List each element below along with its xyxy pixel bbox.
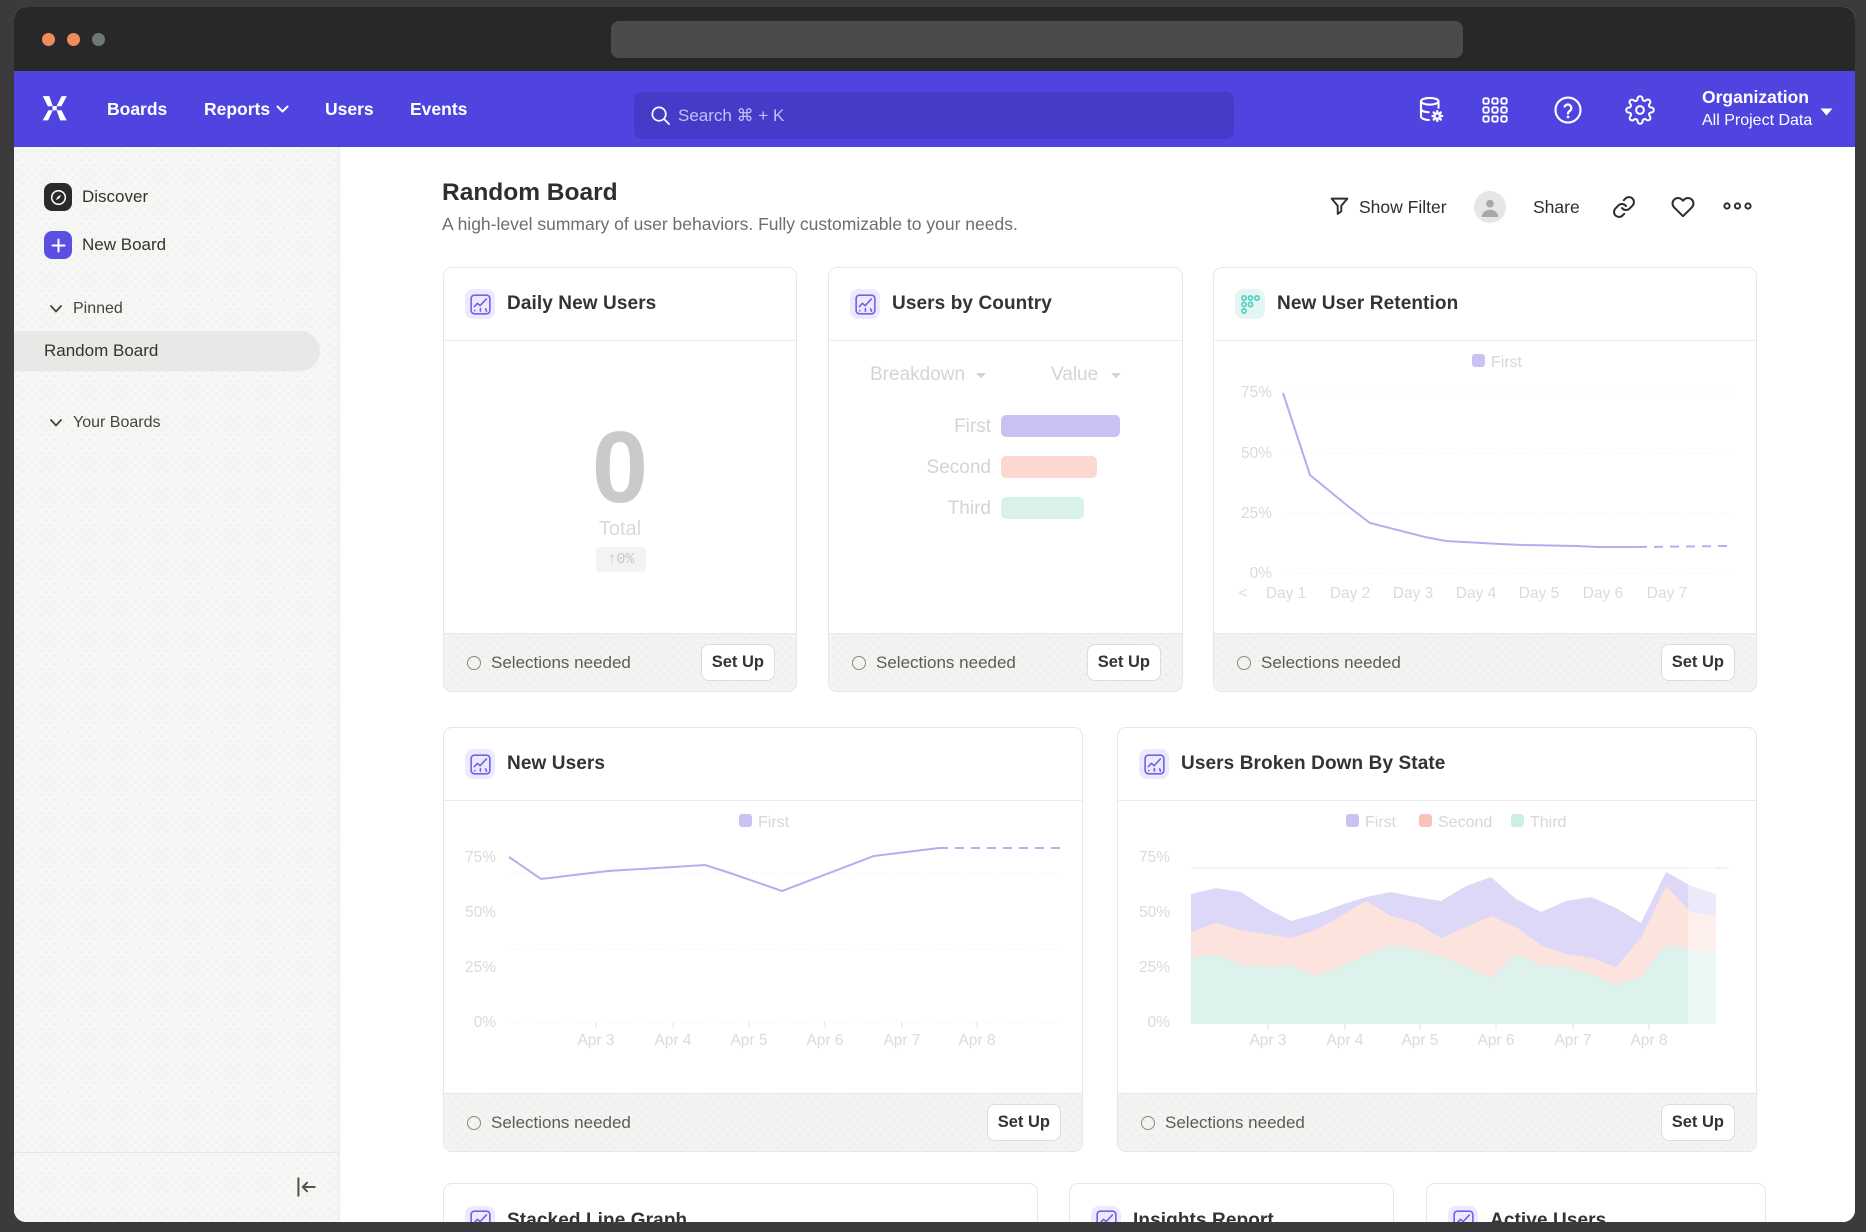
svg-text:0%: 0% xyxy=(1148,1014,1171,1031)
svg-text:Day 2: Day 2 xyxy=(1330,585,1371,602)
svg-text:Apr 4: Apr 4 xyxy=(1326,1032,1363,1049)
svg-text:50%: 50% xyxy=(465,904,496,921)
svg-text:0%: 0% xyxy=(474,1014,497,1031)
svg-text:Apr 8: Apr 8 xyxy=(1630,1032,1667,1049)
svg-text:Apr 7: Apr 7 xyxy=(1554,1032,1591,1049)
svg-text:First: First xyxy=(1365,814,1397,831)
svg-text:25%: 25% xyxy=(465,959,496,976)
svg-text:50%: 50% xyxy=(1139,904,1170,921)
svg-text:Day 1: Day 1 xyxy=(1266,585,1307,602)
svg-text:Apr 8: Apr 8 xyxy=(958,1032,995,1049)
svg-text:First: First xyxy=(758,814,790,831)
svg-text:Apr 3: Apr 3 xyxy=(577,1032,614,1049)
svg-text:25%: 25% xyxy=(1139,959,1170,976)
svg-text:75%: 75% xyxy=(1139,849,1170,866)
svg-text:Apr 3: Apr 3 xyxy=(1249,1032,1286,1049)
svg-text:First: First xyxy=(1491,354,1523,371)
svg-text:Apr 5: Apr 5 xyxy=(1401,1032,1438,1049)
svg-text:<: < xyxy=(1238,585,1247,602)
svg-text:Second: Second xyxy=(1438,814,1492,831)
svg-text:Day 7: Day 7 xyxy=(1647,585,1688,602)
svg-text:0%: 0% xyxy=(1250,565,1273,582)
svg-text:75%: 75% xyxy=(465,849,496,866)
svg-text:Apr 4: Apr 4 xyxy=(654,1032,691,1049)
svg-text:Apr 6: Apr 6 xyxy=(1477,1032,1514,1049)
svg-text:Day 5: Day 5 xyxy=(1519,585,1560,602)
svg-text:50%: 50% xyxy=(1241,445,1272,462)
svg-text:Apr 6: Apr 6 xyxy=(806,1032,843,1049)
svg-text:75%: 75% xyxy=(1241,384,1272,401)
svg-text:25%: 25% xyxy=(1241,505,1272,522)
svg-text:Third: Third xyxy=(1530,814,1566,831)
svg-text:Apr 5: Apr 5 xyxy=(730,1032,767,1049)
svg-text:Day 3: Day 3 xyxy=(1393,585,1434,602)
svg-text:Day 4: Day 4 xyxy=(1456,585,1497,602)
svg-text:Apr 7: Apr 7 xyxy=(883,1032,920,1049)
svg-text:Day 6: Day 6 xyxy=(1583,585,1624,602)
